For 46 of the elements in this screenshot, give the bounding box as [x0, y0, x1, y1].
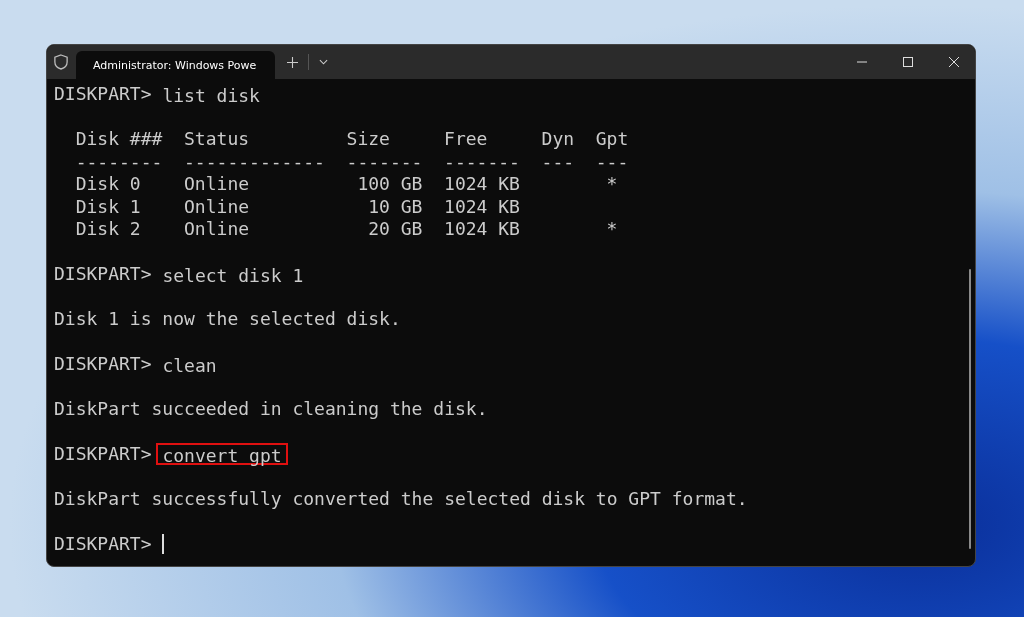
column-rule: ------- — [346, 150, 423, 173]
column-rule: --- — [541, 150, 575, 173]
table-cell-text: Online — [184, 218, 251, 241]
tab[interactable]: Administrator: Windows Powe — [76, 51, 275, 79]
table-cell-text: Disk 0 — [75, 173, 142, 196]
close-icon[interactable] — [949, 57, 959, 67]
prompt: DISKPART> — [54, 263, 152, 284]
table-cell-text: Online — [184, 173, 251, 196]
prompt: DISKPART> — [54, 533, 152, 554]
table-cell-text: 100 GB — [356, 173, 423, 196]
table-cell-text: Disk 2 — [75, 218, 142, 241]
prompt: DISKPART> — [54, 83, 152, 104]
prompt: DISKPART> — [54, 353, 152, 374]
column-header: Free — [444, 128, 489, 151]
table-cell-text: 20 GB — [367, 218, 423, 241]
column-rule: ------------- — [184, 150, 325, 173]
table-cell-text: Disk 1 — [75, 195, 142, 218]
maximize-icon[interactable] — [903, 57, 913, 67]
output-text: DiskPart succeeded in cleaning the disk. — [54, 398, 489, 421]
column-rule: --- — [595, 150, 629, 173]
command-text: list disk — [161, 84, 261, 105]
table-cell: 1024 KB — [444, 173, 520, 196]
table-cell: 1024 KB — [444, 195, 520, 218]
output-text: Disk 1 is now the selected disk. — [54, 308, 402, 331]
scrollbar[interactable] — [969, 269, 971, 549]
column-header: Size — [346, 128, 391, 151]
column-rule: -------- — [75, 150, 163, 173]
column-header: Status — [184, 128, 251, 151]
table-cell-text: * — [605, 218, 619, 241]
command-text: select disk 1 — [161, 264, 305, 285]
output-text: DiskPart successfully converted the selected disk to GPT format. — [54, 488, 749, 511]
table-cell: 1024 KB — [444, 218, 520, 241]
table-cell-text: * — [605, 173, 619, 196]
command-text: convert gpt — [156, 443, 288, 465]
prompt: DISKPART> — [54, 443, 152, 464]
column-rule: ------- — [444, 150, 520, 173]
command-text: clean — [161, 354, 218, 375]
table-cell-text: 10 GB — [367, 195, 423, 218]
column-header: Gpt — [595, 128, 629, 151]
column-header: Disk ### — [75, 128, 163, 151]
table-cell-text: Online — [184, 195, 251, 218]
column-header: Dyn — [541, 128, 575, 151]
tab-title: Administrator: Windows Powe — [93, 58, 257, 72]
shield-icon — [54, 54, 68, 70]
new-tab-icon[interactable] — [287, 56, 298, 68]
chevron-down-icon[interactable] — [319, 59, 328, 65]
